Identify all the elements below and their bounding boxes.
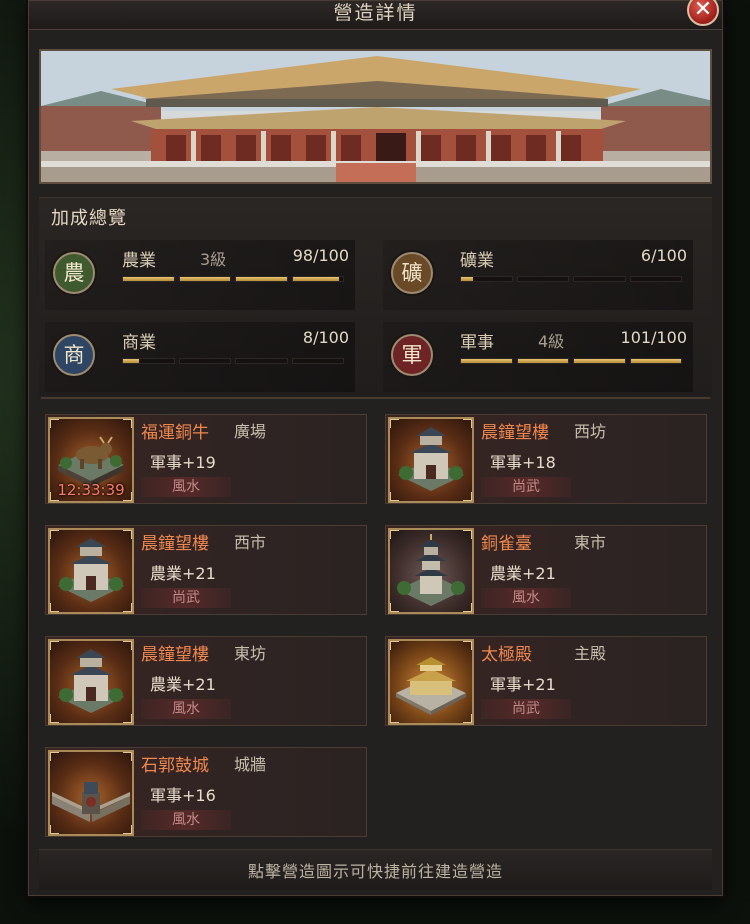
section-divider [41,397,710,399]
building-bonus: 農業+21 [150,675,216,694]
building-card[interactable]: 晨鐘望樓 西坊 軍事+18 尚武 [385,414,707,504]
progress-segment [122,276,175,282]
bonus-value: 8/100 [302,328,349,347]
watchtower-icon[interactable] [388,417,474,503]
progress-segment [178,276,231,282]
watchtower-icon[interactable] [48,639,134,725]
building-bonus: 軍事+18 [490,453,556,472]
bonus-agriculture: 農 農業 3級 98/100 [45,240,355,310]
bonus-name: 商業 [122,333,156,353]
title-bar: 營造詳情 [29,1,722,30]
bonus-value: 6/100 [640,246,687,265]
building-bonus: 軍事+16 [150,786,216,805]
palace-banner-image [39,49,712,184]
progress-segment [460,358,513,364]
progress-segment [291,276,344,282]
building-name: 晨鐘望樓 [141,645,209,665]
building-name: 銅雀臺 [481,534,532,554]
bonus-level: 4級 [538,332,565,351]
building-card[interactable]: 晨鐘望樓 西市 農業+21 尚武 [45,525,367,615]
building-card[interactable]: 12:33:39 福運銅牛 廣場 軍事+19 風水 [45,414,367,504]
military-emblem-icon: 軍 [391,334,433,376]
building-card[interactable]: 銅雀臺 東市 農業+21 風水 [385,525,707,615]
progress-segment [573,276,626,282]
building-card[interactable]: 石郭鼓城 城牆 軍事+16 風水 [45,747,367,837]
building-name: 晨鐘望樓 [481,423,549,443]
building-name: 太極殿 [481,645,532,665]
building-tag: 尚武 [481,477,571,497]
building-location: 東市 [574,533,607,552]
building-name: 晨鐘望樓 [141,534,209,554]
bonus-name: 軍事 [460,333,494,353]
building-bonus: 軍事+21 [490,675,556,694]
building-location: 西市 [234,533,267,552]
progress-segment [629,358,682,364]
building-card[interactable]: 晨鐘望樓 東坊 農業+21 風水 [45,636,367,726]
bonus-name: 農業 [122,251,156,271]
bonus-progress-bar [122,276,344,282]
building-tag: 風水 [481,588,571,608]
bonus-overview-section: 加成總覽 農 農業 3級 98/100 礦 礦業 6/100 商 商業 8/10… [39,197,712,396]
bronze-ox-icon[interactable]: 12:33:39 [48,417,134,503]
city-wall-icon[interactable] [48,750,134,836]
building-name: 福運銅牛 [141,423,209,443]
bonus-mining: 礦 礦業 6/100 [383,240,693,310]
watchtower-icon[interactable] [48,528,134,614]
build-timer: 12:33:39 [57,481,125,499]
building-tag: 風水 [141,810,231,830]
progress-segment [122,358,175,364]
pagoda-icon[interactable] [388,528,474,614]
progress-segment [516,276,569,282]
progress-segment [460,276,513,282]
building-bonus: 農業+21 [150,564,216,583]
bonus-value: 101/100 [620,328,687,347]
bonus-overview-title: 加成總覽 [51,208,127,229]
progress-segment [516,358,569,364]
building-bonus: 農業+21 [490,564,556,583]
progress-segment [235,358,288,364]
building-location: 廣場 [234,422,267,441]
palace-icon[interactable] [388,639,474,725]
progress-segment [235,276,288,282]
bonus-progress-bar [460,276,682,282]
bonus-commerce: 商 商業 8/100 [45,322,355,392]
progress-segment [291,358,344,364]
bonus-progress-bar [122,358,344,364]
progress-segment [629,276,682,282]
building-card[interactable]: 太極殿 主殿 軍事+21 尚武 [385,636,707,726]
building-tag: 風水 [141,699,231,719]
building-location: 西坊 [574,422,607,441]
building-bonus: 軍事+19 [150,453,216,472]
bonus-military: 軍 軍事 4級 101/100 [383,322,693,392]
footer-hint-bar: 點擊營造圖示可快捷前往建造營造 [39,849,712,890]
dialog-title: 營造詳情 [333,2,418,24]
building-tag: 尚武 [141,588,231,608]
mining-emblem-icon: 礦 [391,252,433,294]
bonus-name: 礦業 [460,251,494,271]
footer-hint: 點擊營造圖示可快捷前往建造營造 [247,862,503,881]
commerce-emblem-icon: 商 [53,334,95,376]
bonus-level: 3級 [200,250,227,269]
building-location: 城牆 [234,755,267,774]
bonus-progress-bar [460,358,682,364]
progress-segment [573,358,626,364]
construction-details-dialog: 營造詳情 加成總覽 農 農業 3級 98/100 礦 礦業 6/100 商 商業… [28,0,723,896]
building-location: 東坊 [234,644,267,663]
building-tag: 風水 [141,477,231,497]
progress-segment [178,358,231,364]
agriculture-emblem-icon: 農 [53,252,95,294]
building-location: 主殿 [574,644,607,663]
building-name: 石郭鼓城 [141,756,209,776]
building-tag: 尚武 [481,699,571,719]
bonus-value: 98/100 [292,246,349,265]
